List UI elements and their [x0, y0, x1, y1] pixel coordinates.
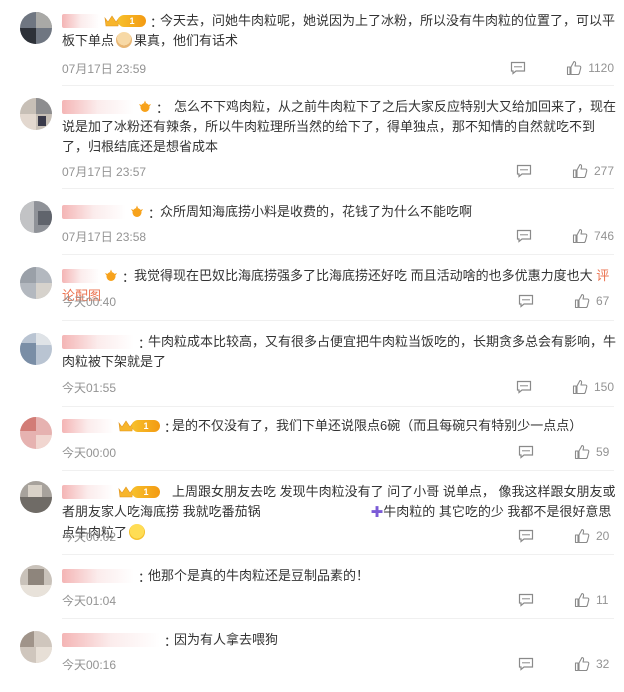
timestamp: 07月17日 23:58: [62, 229, 147, 244]
avatar[interactable]: [20, 201, 52, 233]
meta-row: 07月17日 23:57 277: [62, 162, 614, 180]
comment-text: 他那个是真的牛肉粒还是豆制品素的！: [148, 568, 370, 583]
like-button[interactable]: 67: [574, 293, 614, 309]
timestamp: 今天01:04: [62, 593, 117, 608]
comment-item: 1 上周跟女朋友去吃 发现牛肉粒没有了 问了小哥 说单点， 像我这样跟女朋友或者…: [0, 471, 624, 555]
comment-item: ： 我觉得现在巴奴比海底捞强多了比海底捞还好吃 而且活动啥的也多优惠力度也大 评…: [0, 255, 624, 321]
meta-row: 今天00:16 32: [62, 655, 614, 673]
avatar[interactable]: [20, 481, 52, 513]
comment-text: 怎么不下鸡肉粒，从之前牛肉粒下了之后大家反应特别大又给加回来了，现在说是加了冰粉…: [62, 99, 617, 154]
avatar[interactable]: [20, 631, 52, 663]
like-button[interactable]: 1120: [566, 60, 614, 76]
comment-bubble-icon[interactable]: [510, 61, 526, 75]
timestamp: 今天01:55: [62, 380, 117, 395]
thumbs-up-icon: [574, 656, 590, 672]
like-count: 11: [596, 593, 609, 607]
thumbs-up-icon: [574, 444, 590, 460]
like-count: 277: [593, 164, 614, 178]
comment-bubble-icon[interactable]: [516, 380, 532, 394]
like-count: 150: [593, 380, 614, 394]
meta-row: 07月17日 23:58 746: [62, 227, 614, 245]
timestamp: 今天00:40: [62, 294, 117, 309]
comment-item: ： 怎么不下鸡肉粒，从之前牛肉粒下了之后大家反应特别大又给加回来了，现在说是加了…: [0, 86, 624, 189]
meta-row: 07月17日 23:59 1120: [62, 59, 614, 77]
like-button[interactable]: 150: [572, 379, 614, 395]
thumbs-up-icon: [572, 379, 588, 395]
plus-icon: ✚: [370, 504, 384, 521]
timestamp: 今天00:16: [62, 657, 117, 672]
timestamp: 今天00:00: [62, 445, 117, 460]
comment-text: 众所周知海底捞小料是收费的，花钱了为什么不能吃啊: [160, 204, 473, 219]
meta-row: 今天01:55 150: [62, 378, 614, 396]
meta-row: 今天01:04 11: [62, 591, 614, 609]
comment-item: 1 ： 今天去，问她牛肉粒呢，她说因为上了冰粉，所以没有牛肉粒的位置了，可以平板…: [0, 0, 624, 86]
timestamp: 07月17日 23:59: [62, 61, 147, 76]
timestamp: 07月17日 23:57: [62, 164, 147, 179]
thumbs-up-icon: [572, 163, 588, 179]
comment-item: ： 因为有人拿去喂狗 今天00:16 32: [0, 619, 624, 692]
avatar[interactable]: [20, 333, 52, 365]
comment-text: 是的不仅没有了，我们下单还说限点6碗（而且每碗只有特别少一点点）: [172, 418, 583, 433]
comment-item: ： 众所周知海底捞小料是收费的，花钱了为什么不能吃啊 07月17日 23:58 …: [0, 189, 624, 255]
comment-text: 因为有人拿去喂狗: [174, 632, 279, 647]
comment-bubble-icon[interactable]: [518, 294, 534, 308]
comment-bubble-icon[interactable]: [518, 445, 534, 459]
avatar[interactable]: [20, 98, 52, 130]
comment-bubble-icon[interactable]: [518, 593, 534, 607]
avatar[interactable]: [20, 565, 52, 597]
like-count: 32: [596, 657, 610, 671]
like-count: 746: [593, 229, 614, 243]
avatar[interactable]: [20, 267, 52, 299]
avatar[interactable]: [20, 12, 52, 44]
comment-bubble-icon[interactable]: [518, 529, 534, 543]
like-button[interactable]: 20: [574, 528, 614, 544]
like-count: 59: [596, 445, 610, 459]
comment-item: 1 ： 是的不仅没有了，我们下单还说限点6碗（而且每碗只有特别少一点点） 今天0…: [0, 407, 624, 471]
like-count: 20: [596, 529, 610, 543]
comment-bubble-icon[interactable]: [518, 657, 534, 671]
like-button[interactable]: 11: [574, 592, 614, 608]
like-count: 67: [596, 294, 610, 308]
comment-item: ： 他那个是真的牛肉粒还是豆制品素的！ 今天01:04 11: [0, 555, 624, 619]
thumbs-up-icon: [572, 228, 588, 244]
avatar[interactable]: [20, 417, 52, 449]
like-button[interactable]: 59: [574, 444, 614, 460]
comment-bubble-icon[interactable]: [516, 229, 532, 243]
comment-item: ： 牛肉粒成本比较高，又有很多占便宜把牛肉粒当饭吃的，长期贪多总会有影响，牛肉粒…: [0, 321, 624, 407]
like-button[interactable]: 746: [572, 228, 614, 244]
thumbs-up-icon: [574, 592, 590, 608]
comment-text: 今天去，问她牛肉粒呢，她说因为上了冰粉，所以没有牛肉粒的位置了，可以平板下单点果…: [62, 13, 616, 48]
comment-text: 牛肉粒成本比较高，又有很多占便宜把牛肉粒当饭吃的，长期贪多总会有影响，牛肉粒被下…: [62, 334, 617, 369]
like-count: 1120: [588, 61, 614, 75]
thumbs-up-icon: [567, 60, 582, 76]
timestamp: 今天00:02: [62, 529, 117, 544]
comment-bubble-icon[interactable]: [516, 164, 532, 178]
dog-emoji-icon: [116, 32, 133, 48]
like-button[interactable]: 32: [574, 656, 614, 672]
thumbs-up-icon: [574, 528, 590, 544]
meta-row: 今天00:00 59: [62, 443, 614, 461]
thumbs-up-icon: [574, 293, 590, 309]
meta-row: 今天00:02 20: [62, 527, 614, 545]
like-button[interactable]: 277: [572, 163, 614, 179]
meta-row: 今天00:40 67: [62, 292, 614, 310]
